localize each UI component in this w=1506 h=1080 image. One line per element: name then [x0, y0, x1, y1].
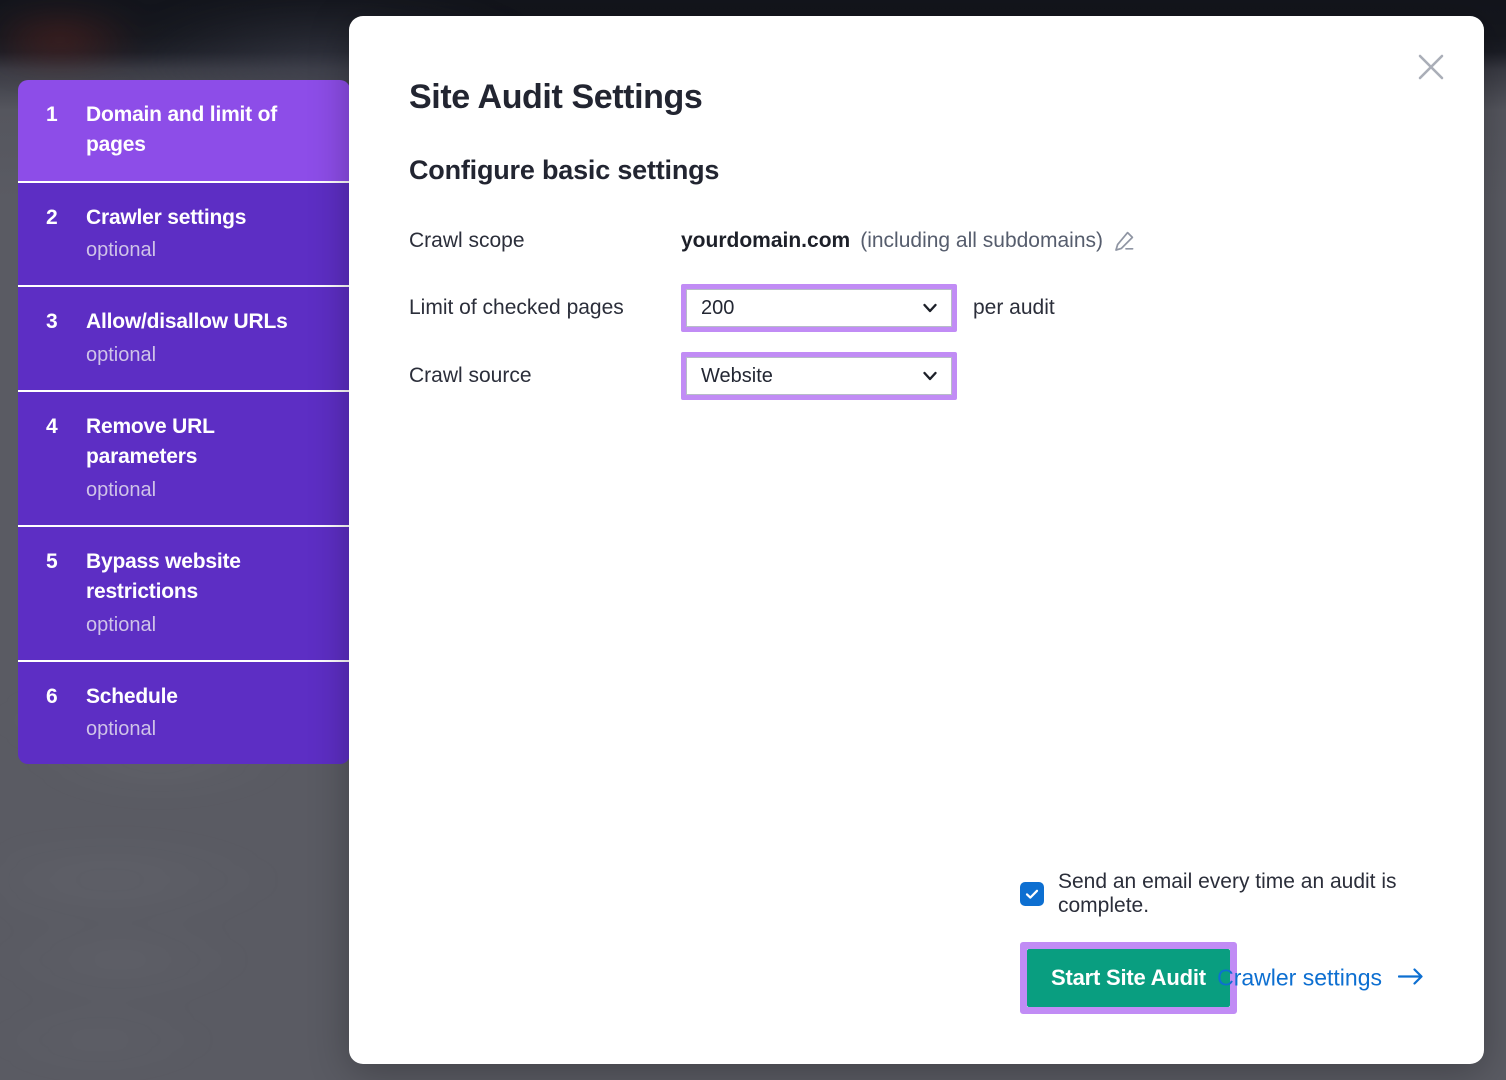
- crawl-scope-domain: yourdomain.com: [681, 229, 850, 253]
- wizard-step-title: Domain and limit of pages: [86, 103, 277, 156]
- wizard-step-optional: optional: [86, 475, 330, 505]
- limit-pages-row: Limit of checked pages 200 per audit: [409, 284, 1424, 332]
- wizard-step-5[interactable]: 5 Bypass website restrictions optional: [18, 527, 350, 662]
- limit-pages-highlight: 200: [681, 284, 957, 332]
- wizard-step-optional: optional: [86, 610, 330, 640]
- basic-settings-form: Crawl scope yourdomain.com (including al…: [409, 218, 1424, 400]
- wizard-step-3[interactable]: 3 Allow/disallow URLs optional: [18, 287, 350, 391]
- wizard-step-number: 2: [46, 203, 60, 265]
- crawl-scope-value: yourdomain.com (including all subdomains…: [681, 229, 1135, 253]
- wizard-step-1[interactable]: 1 Domain and limit of pages: [18, 80, 350, 183]
- crawler-settings-label: Crawler settings: [1217, 965, 1382, 992]
- limit-pages-value: 200: [701, 297, 734, 320]
- crawl-source-highlight: Website: [681, 352, 957, 400]
- crawl-source-value: Website: [701, 365, 773, 388]
- start-audit-highlight: Start Site Audit: [1020, 942, 1237, 1014]
- wizard-step-number: 4: [46, 412, 60, 505]
- settings-wizard-sidebar: 1 Domain and limit of pages 2 Crawler se…: [18, 80, 350, 764]
- page-title: Site Audit Settings: [409, 78, 1424, 117]
- wizard-step-title: Allow/disallow URLs: [86, 310, 288, 333]
- email-notification-checkbox[interactable]: [1020, 882, 1044, 906]
- limit-pages-suffix: per audit: [973, 296, 1055, 320]
- limit-pages-label: Limit of checked pages: [409, 296, 681, 320]
- modal-footer: Send an email every time an audit is com…: [409, 870, 1424, 1014]
- start-site-audit-button[interactable]: Start Site Audit: [1027, 949, 1230, 1007]
- crawl-source-select[interactable]: Website: [686, 357, 952, 395]
- pencil-icon[interactable]: [1113, 230, 1135, 252]
- crawler-settings-link[interactable]: Crawler settings: [1217, 965, 1424, 992]
- arrow-right-icon: [1398, 965, 1424, 992]
- limit-pages-select[interactable]: 200: [686, 289, 952, 327]
- chevron-down-icon: [921, 367, 939, 385]
- section-title: Configure basic settings: [409, 155, 1424, 186]
- crawl-scope-note: (including all subdomains): [860, 229, 1103, 253]
- site-audit-settings-modal: Site Audit Settings Configure basic sett…: [349, 16, 1484, 1064]
- crawl-source-row: Crawl source Website: [409, 352, 1424, 400]
- wizard-step-number: 6: [46, 682, 60, 744]
- wizard-step-4[interactable]: 4 Remove URL parameters optional: [18, 392, 350, 527]
- footer-actions: Start Site Audit Crawler settings: [409, 942, 1424, 1014]
- crawl-source-label: Crawl source: [409, 364, 681, 388]
- wizard-step-optional: optional: [86, 235, 330, 265]
- email-notification-row: Send an email every time an audit is com…: [409, 870, 1424, 918]
- crawl-scope-label: Crawl scope: [409, 229, 681, 253]
- wizard-step-title: Remove URL parameters: [86, 415, 214, 468]
- crawl-scope-row: Crawl scope yourdomain.com (including al…: [409, 218, 1424, 264]
- wizard-step-number: 3: [46, 307, 60, 369]
- wizard-step-optional: optional: [86, 340, 330, 370]
- wizard-step-title: Schedule: [86, 685, 178, 708]
- wizard-step-title: Crawler settings: [86, 206, 246, 229]
- chevron-down-icon: [921, 299, 939, 317]
- wizard-step-2[interactable]: 2 Crawler settings optional: [18, 183, 350, 287]
- wizard-step-title: Bypass website restrictions: [86, 550, 241, 603]
- wizard-step-number: 1: [46, 100, 60, 161]
- wizard-step-number: 5: [46, 547, 60, 640]
- email-notification-label: Send an email every time an audit is com…: [1058, 870, 1424, 918]
- wizard-step-6[interactable]: 6 Schedule optional: [18, 662, 350, 764]
- close-icon[interactable]: [1414, 50, 1448, 84]
- wizard-step-optional: optional: [86, 714, 330, 744]
